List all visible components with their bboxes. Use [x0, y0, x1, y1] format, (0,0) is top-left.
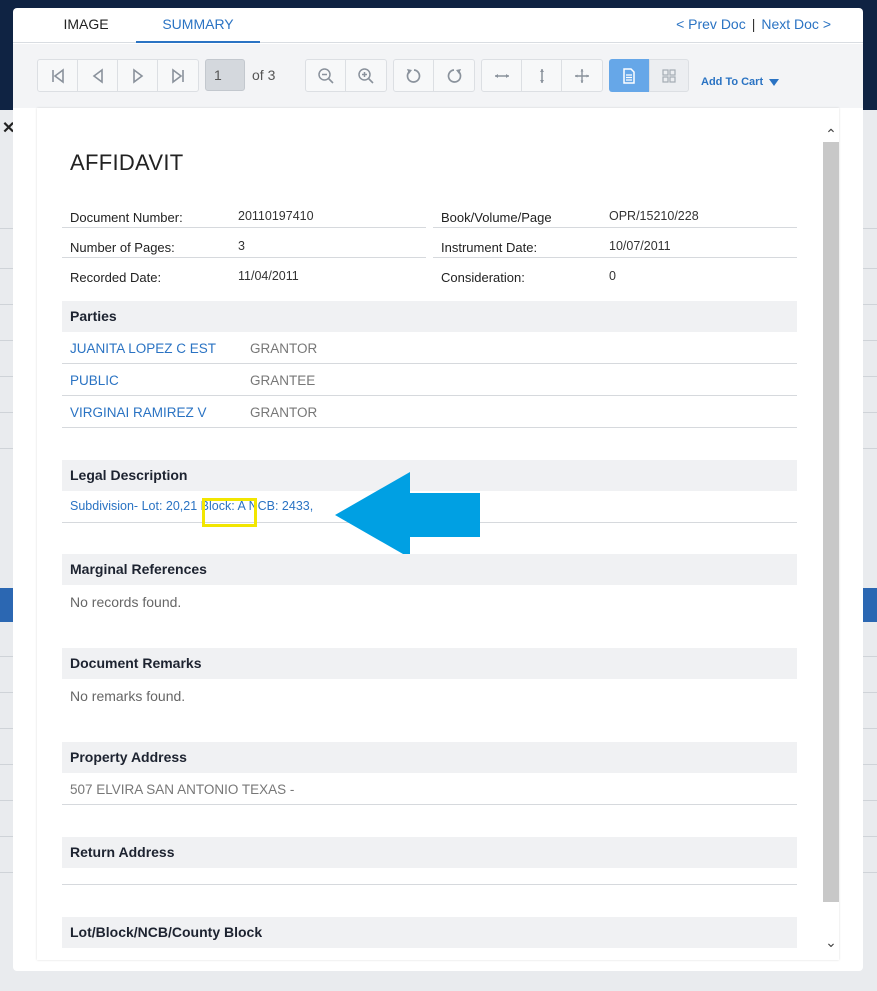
summary-panel: AFFIDAVIT Document Number: 20110197410 N… — [37, 108, 839, 960]
last-page-icon — [172, 67, 184, 84]
fit-width-icon — [494, 73, 509, 78]
scroll-thumb[interactable] — [823, 142, 839, 902]
property-address-heading: Property Address — [62, 742, 797, 773]
first-page-icon — [51, 67, 64, 84]
prev-page-icon — [92, 67, 103, 84]
party-role: GRANTOR — [250, 405, 318, 420]
single-page-view-button[interactable] — [609, 59, 649, 92]
field-value: 10/07/2011 — [609, 239, 671, 253]
document-remarks-empty: No remarks found. — [70, 688, 186, 704]
chevron-down-icon — [769, 78, 780, 86]
party-row: PUBLIC GRANTEE — [62, 364, 797, 396]
field-label: Document Number: — [70, 210, 183, 225]
rotate-left-icon — [406, 68, 420, 83]
viewer-toolbar: 1 of 3 Add To Cart — [13, 44, 863, 108]
next-page-icon — [132, 67, 143, 84]
prev-page-button[interactable] — [78, 60, 118, 91]
rotate-right-icon — [447, 68, 462, 83]
property-address-text: 507 ELVIRA SAN ANTONIO TEXAS - — [70, 782, 295, 797]
zoom-in-icon — [358, 67, 374, 84]
field-label: Book/Volume/Page — [441, 210, 552, 225]
party-name-link[interactable]: JUANITA LOPEZ C EST — [70, 341, 216, 356]
field-recorded-date: Recorded Date: 11/04/2011 — [62, 258, 426, 288]
field-label: Recorded Date: — [70, 270, 162, 285]
field-value: OPR/15210/228 — [609, 209, 699, 223]
field-consideration: Consideration: 0 — [433, 258, 797, 288]
rotate-left-button[interactable] — [394, 60, 434, 91]
zoom-out-button[interactable] — [306, 60, 346, 91]
document-navigation: < Prev Doc | Next Doc > — [676, 16, 831, 32]
tab-image[interactable]: IMAGE — [37, 8, 135, 43]
party-role: GRANTOR — [250, 341, 318, 356]
document-title: AFFIDAVIT — [70, 150, 184, 175]
next-doc-link[interactable]: Next Doc > — [761, 16, 831, 32]
grid-icon — [662, 68, 676, 83]
tab-bar: IMAGE SUMMARY < Prev Doc | Next Doc > — [13, 8, 863, 43]
legal-description-link[interactable]: Subdivision- Lot: 20,21 Block: A NCB: 24… — [70, 499, 313, 513]
zoom-group — [305, 59, 387, 92]
last-page-button[interactable] — [158, 60, 198, 91]
rotate-group — [393, 59, 475, 92]
add-to-cart-label: Add To Cart — [701, 76, 764, 88]
field-value: 3 — [238, 239, 245, 253]
party-name-link[interactable]: PUBLIC — [70, 373, 119, 388]
pan-button[interactable] — [562, 60, 602, 91]
zoom-out-icon — [317, 67, 334, 84]
fit-group — [481, 59, 603, 92]
page-number-input[interactable]: 1 — [205, 59, 245, 91]
field-label: Number of Pages: — [70, 240, 175, 255]
vertical-scrollbar[interactable]: ⌃ ⌄ — [823, 118, 839, 956]
page-navigation-group — [37, 59, 199, 92]
highlight-annotation — [202, 498, 257, 527]
first-page-button[interactable] — [38, 60, 78, 91]
fit-height-icon — [539, 68, 544, 83]
field-number-of-pages: Number of Pages: 3 — [62, 228, 426, 258]
prev-doc-link[interactable]: < Prev Doc — [676, 16, 746, 32]
field-document-number: Document Number: 20110197410 — [62, 198, 426, 228]
lot-block-heading: Lot/Block/NCB/County Block — [62, 917, 797, 948]
field-label: Consideration: — [441, 270, 525, 285]
nav-separator: | — [751, 16, 756, 32]
page-count-label: of 3 — [252, 67, 276, 83]
document-viewer-modal: IMAGE SUMMARY < Prev Doc | Next Doc > 1 of… — [13, 8, 863, 971]
marginal-references-heading: Marginal References — [62, 554, 797, 585]
return-address-row — [62, 853, 797, 885]
thumbnail-view-button[interactable] — [649, 59, 689, 92]
property-address-row: 507 ELVIRA SAN ANTONIO TEXAS - — [62, 773, 797, 805]
chevron-up-icon[interactable]: ⌃ — [823, 126, 839, 142]
tab-summary[interactable]: SUMMARY — [136, 8, 260, 43]
marginal-references-empty: No records found. — [70, 594, 182, 610]
field-value: 0 — [609, 269, 616, 283]
add-to-cart-button[interactable]: Add To Cart — [701, 76, 780, 88]
field-book-volume-page: Book/Volume/Page OPR/15210/228 — [433, 198, 797, 228]
rotate-right-button[interactable] — [434, 60, 474, 91]
field-instrument-date: Instrument Date: 10/07/2011 — [433, 228, 797, 258]
next-page-button[interactable] — [118, 60, 158, 91]
zoom-in-button[interactable] — [346, 60, 386, 91]
party-name-link[interactable]: VIRGINAI RAMIREZ V — [70, 405, 207, 420]
party-row: VIRGINAI RAMIREZ V GRANTOR — [62, 396, 797, 428]
party-role: GRANTEE — [250, 373, 316, 388]
field-value: 20110197410 — [238, 209, 314, 223]
view-mode-group — [609, 59, 689, 92]
fit-width-button[interactable] — [482, 60, 522, 91]
document-remarks-heading: Document Remarks — [62, 648, 797, 679]
party-row: JUANITA LOPEZ C EST GRANTOR — [62, 332, 797, 364]
arrow-annotation — [335, 472, 480, 558]
chevron-down-icon[interactable]: ⌄ — [823, 934, 839, 950]
parties-heading: Parties — [62, 301, 797, 332]
field-label: Instrument Date: — [441, 240, 538, 255]
field-value: 11/04/2011 — [238, 269, 299, 283]
document-icon — [623, 67, 635, 84]
move-icon — [575, 68, 589, 83]
fit-height-button[interactable] — [522, 60, 562, 91]
